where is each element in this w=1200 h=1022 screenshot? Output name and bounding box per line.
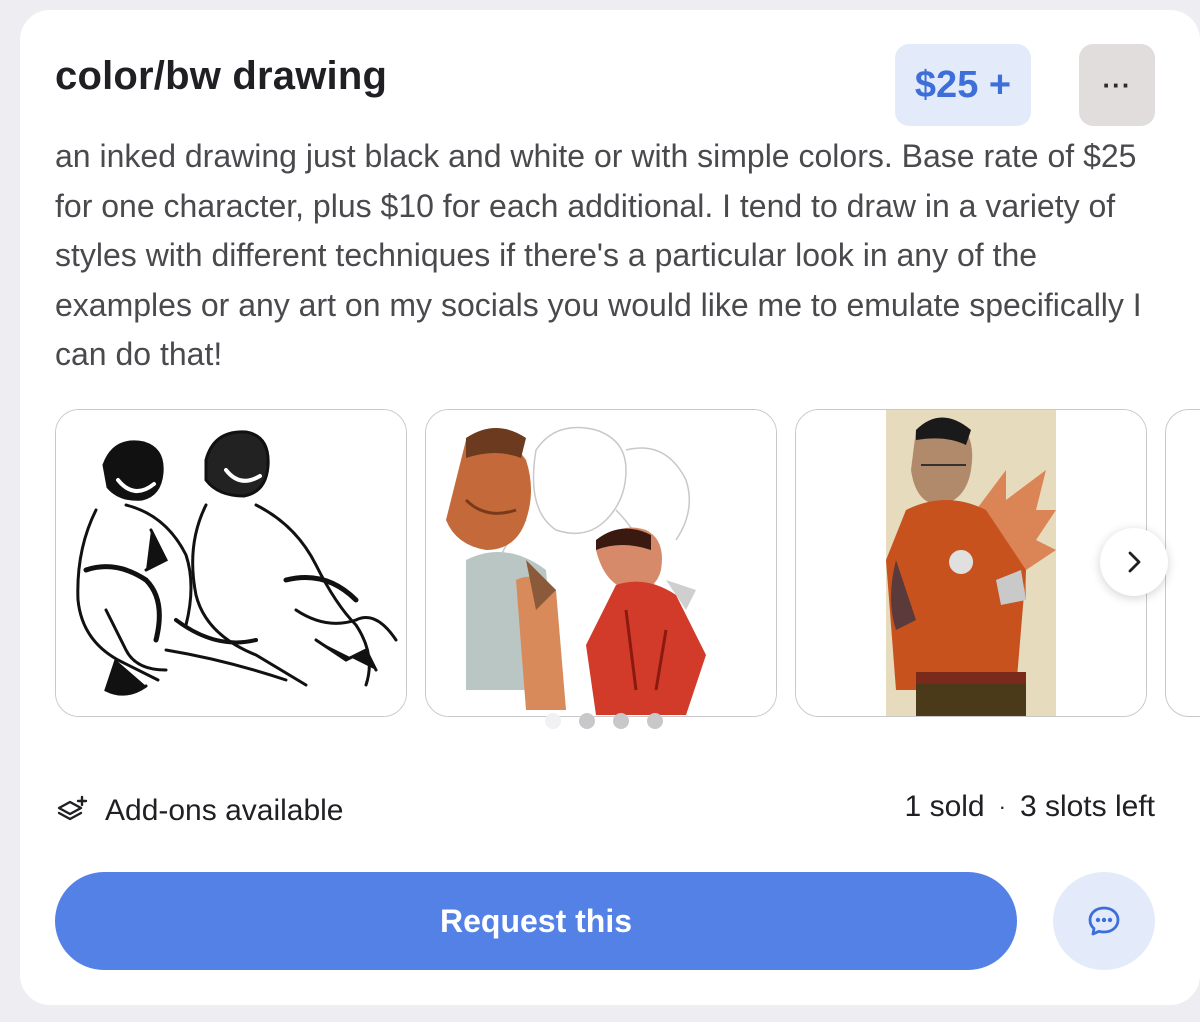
layers-plus-icon (57, 795, 88, 821)
gallery-image-4[interactable] (1165, 409, 1200, 717)
gallery-next-button[interactable] (1100, 528, 1168, 596)
request-button[interactable]: Request this (55, 872, 1017, 970)
pagination-dot[interactable] (647, 713, 663, 729)
gallery-image-2[interactable] (425, 409, 777, 717)
man-orange-jacket-image (796, 410, 1146, 716)
chat-button[interactable] (1053, 872, 1155, 970)
slots-left: 3 slots left (1019, 790, 1155, 823)
ellipsis-icon: ··· (1102, 69, 1132, 100)
pagination-dot[interactable] (545, 713, 561, 729)
color-sketch-two-men-image (426, 410, 776, 716)
addons-info: Add-ons available (55, 794, 344, 828)
sold-count: 1 sold (904, 790, 985, 823)
gallery-pagination (545, 713, 663, 729)
pagination-dot[interactable] (579, 713, 595, 729)
pagination-dot[interactable] (613, 713, 629, 729)
separator: · (998, 794, 1006, 819)
ink-sketch-two-men-image (56, 410, 406, 716)
listing-title: color/bw drawing (55, 54, 388, 98)
sales-stats: 1 sold · 3 slots left (905, 790, 1155, 824)
listing-description: an inked drawing just black and white or… (55, 138, 1142, 372)
chevron-right-icon (1128, 551, 1141, 573)
price-badge[interactable]: $25 + (895, 44, 1031, 126)
addons-label: Add-ons available (105, 794, 344, 827)
chat-bubble-icon (1088, 906, 1120, 936)
gallery-image-3[interactable] (795, 409, 1147, 717)
listing-card: color/bw drawing $25 + ··· an inked draw… (20, 10, 1200, 1005)
image-gallery (55, 409, 1200, 719)
gallery-image-1[interactable] (55, 409, 407, 717)
more-options-button[interactable]: ··· (1079, 44, 1155, 126)
